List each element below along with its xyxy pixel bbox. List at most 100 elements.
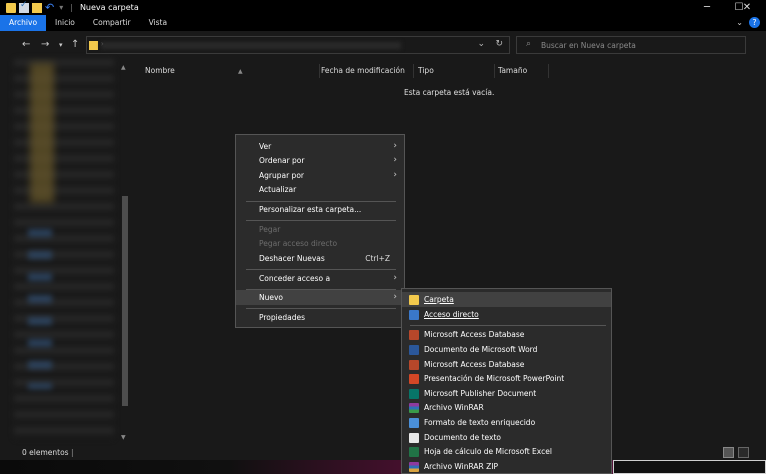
folder-icon <box>6 2 16 13</box>
address-folder-icon <box>89 41 98 50</box>
context-menu: Ver › Ordenar por › Agrupar por › Actual… <box>235 134 405 328</box>
address-path-blurred <box>101 42 401 49</box>
chevron-right-icon: › <box>393 141 397 151</box>
quick-access-toolbar: ↶ ▾ | Nueva carpeta <box>0 0 139 13</box>
up-icon[interactable]: ↑ <box>71 39 79 50</box>
new-item-label: Documento de Microsoft Word <box>424 345 538 354</box>
qat-customize-icon[interactable]: ▾ <box>59 3 63 12</box>
access-icon <box>409 360 419 370</box>
menu-item-agrupar[interactable]: Agrupar por › <box>236 168 404 183</box>
menu-separator <box>246 269 396 270</box>
search-icon: ⌕ <box>526 39 532 49</box>
menu-item-actualizar[interactable]: Actualizar <box>236 182 404 197</box>
new-item-powerpoint[interactable]: Presentación de Microsoft PowerPoint <box>402 371 611 386</box>
new-item-text-document[interactable]: Documento de texto <box>402 430 611 445</box>
folder-icon <box>409 295 419 305</box>
title-bar: ↶ ▾ | Nueva carpeta ─ ☐ ✕ <box>0 0 766 15</box>
new-item-label: Documento de texto <box>424 433 501 442</box>
menu-item-conceder-acceso[interactable]: Conceder acceso a › <box>236 271 404 286</box>
tab-compartir[interactable]: Compartir <box>84 15 140 31</box>
scroll-thumb[interactable] <box>122 196 128 406</box>
menu-label-ordenar: Ordenar por <box>259 156 305 165</box>
new-item-label: Microsoft Publisher Document <box>424 389 537 398</box>
menu-item-pegar: Pegar <box>259 225 281 234</box>
new-item-label: Acceso directo <box>424 310 479 319</box>
new-item-label: Carpeta <box>424 295 454 304</box>
powerpoint-icon <box>409 374 419 384</box>
menu-label-nuevo: Nuevo <box>259 293 284 302</box>
menu-item-pegar-acceso-directo: Pegar acceso directo <box>259 239 338 248</box>
chevron-right-icon: › <box>393 155 397 165</box>
menu-item-personalizar[interactable]: Personalizar esta carpeta... <box>236 202 404 217</box>
menu-separator <box>246 308 396 309</box>
back-icon[interactable]: ← <box>22 39 30 50</box>
expand-ribbon-icon[interactable]: ⌄ <box>736 18 743 27</box>
empty-folder-message: Esta carpeta está vacía. <box>404 88 495 97</box>
submenu-separator <box>410 325 606 326</box>
new-item-acceso-directo[interactable]: Acceso directo <box>402 307 611 322</box>
chevron-right-icon: › <box>393 273 397 283</box>
minimize-icon <box>692 0 726 15</box>
tab-vista[interactable]: Vista <box>140 15 177 31</box>
navigation-pane[interactable] <box>0 59 132 446</box>
help-icon[interactable]: ? <box>749 17 760 28</box>
new-item-access-database-2[interactable]: Microsoft Access Database <box>402 357 611 372</box>
column-header-date[interactable]: Fecha de modificación <box>318 64 414 78</box>
refresh-icon[interactable]: ↻ <box>495 39 503 49</box>
tab-archivo[interactable]: Archivo <box>0 15 47 31</box>
new-item-label: Hoja de cálculo de Microsoft Excel <box>424 447 552 456</box>
undo-icon[interactable]: ↶ <box>45 2 54 13</box>
shortcut-icon <box>409 310 419 320</box>
new-item-winrar[interactable]: Archivo WinRAR <box>402 400 611 415</box>
details-view-icon[interactable] <box>723 447 734 458</box>
new-item-label: Microsoft Access Database <box>424 360 525 369</box>
menu-item-propiedades[interactable]: Propiedades <box>236 310 404 325</box>
new-item-rtf[interactable]: Formato de texto enriquecido <box>402 415 611 430</box>
new-item-word[interactable]: Documento de Microsoft Word <box>402 342 611 357</box>
status-divider: | <box>71 448 74 457</box>
navigation-row: ← → ▾ ↑ › ⌄ ↻ ⌕ <box>0 31 766 59</box>
new-item-publisher[interactable]: Microsoft Publisher Document <box>402 386 611 401</box>
new-item-winrar-zip[interactable]: Archivo WinRAR ZIP <box>402 459 611 474</box>
close-button[interactable]: ✕ <box>730 0 764 15</box>
scroll-up-icon[interactable]: ▲ <box>121 64 126 71</box>
drive-icons-blurred <box>28 229 52 389</box>
properties-icon[interactable] <box>19 0 29 13</box>
address-history-icon[interactable]: ⌄ <box>477 39 485 49</box>
menu-label-ver: Ver <box>259 142 272 151</box>
new-item-label: Archivo WinRAR <box>424 403 484 412</box>
new-submenu: Carpeta Acceso directo Microsoft Access … <box>401 288 612 474</box>
address-bar[interactable]: › ⌄ ↻ <box>86 36 510 54</box>
tab-inicio[interactable]: Inicio <box>46 15 84 31</box>
column-header-size[interactable]: Tamaño <box>495 64 549 78</box>
new-item-label: Archivo WinRAR ZIP <box>424 462 499 471</box>
column-header-name[interactable]: Nombre ▲ <box>142 64 320 78</box>
menu-item-nuevo[interactable]: Nuevo › <box>236 290 404 305</box>
search-box[interactable]: ⌕ <box>516 36 746 54</box>
menu-separator <box>246 220 396 221</box>
new-folder-icon[interactable] <box>32 2 42 13</box>
new-item-label: Formato de texto enriquecido <box>424 418 536 427</box>
search-input[interactable] <box>541 39 741 51</box>
quick-access-folders-blurred <box>30 63 54 203</box>
winrar-zip-icon <box>409 462 419 472</box>
menu-item-ver[interactable]: Ver › <box>236 139 404 154</box>
recent-locations-icon[interactable]: ▾ <box>59 41 63 49</box>
access-icon <box>409 330 419 340</box>
menu-item-ordenar[interactable]: Ordenar por › <box>236 153 404 168</box>
text-document-icon <box>409 433 419 443</box>
shortcut-label: Ctrl+Z <box>365 254 390 263</box>
navigation-scrollbar[interactable]: ▲ ▼ <box>120 64 130 444</box>
ribbon-tabs: Archivo Inicio Compartir Vista ⌄ ? <box>0 15 766 31</box>
new-item-excel[interactable]: Hoja de cálculo de Microsoft Excel <box>402 444 611 459</box>
new-item-carpeta[interactable]: Carpeta <box>402 292 611 307</box>
scroll-down-icon[interactable]: ▼ <box>121 434 126 441</box>
new-item-access-database[interactable]: Microsoft Access Database <box>402 327 611 342</box>
forward-icon[interactable]: → <box>41 39 49 50</box>
large-icons-view-icon[interactable] <box>738 447 749 458</box>
column-name-label: Nombre <box>145 66 175 75</box>
title-separator: | <box>70 3 73 12</box>
column-header-type[interactable]: Tipo <box>415 64 495 78</box>
excel-icon <box>409 447 419 457</box>
menu-item-deshacer[interactable]: Deshacer Nuevas Ctrl+Z <box>236 251 404 266</box>
